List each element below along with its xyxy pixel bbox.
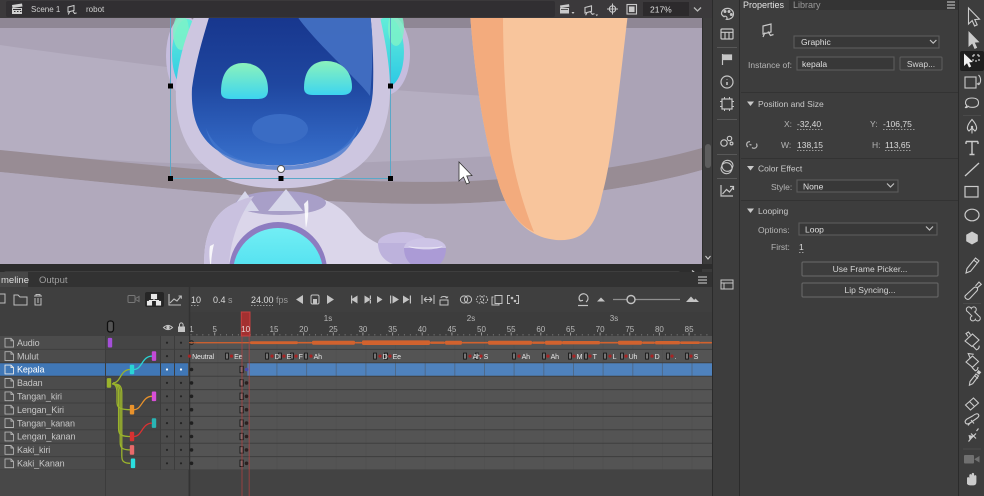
svg-text:H:: H:: [872, 140, 881, 150]
svg-text:Tangan_kanan: Tangan_kanan: [17, 418, 75, 428]
svg-text:Lengan_kanan: Lengan_kanan: [17, 432, 75, 442]
svg-text:F: F: [299, 354, 303, 361]
svg-text:10: 10: [191, 295, 201, 305]
svg-text:robot: robot: [86, 5, 105, 14]
svg-text:Audio: Audio: [17, 338, 40, 348]
svg-text:D: D: [275, 354, 280, 361]
svg-text:Color Effect: Color Effect: [758, 164, 803, 174]
svg-text:Swap...: Swap...: [907, 59, 935, 69]
svg-text:1s: 1s: [324, 314, 332, 323]
svg-text:D: D: [655, 354, 660, 361]
svg-text:X:: X:: [784, 119, 792, 129]
svg-text:L: L: [613, 354, 617, 361]
svg-text:Tangan_kiri: Tangan_kiri: [17, 392, 62, 402]
svg-text:Lip Syncing...: Lip Syncing...: [844, 285, 895, 295]
svg-text:Library: Library: [793, 0, 821, 10]
svg-text:217%: 217%: [650, 5, 672, 15]
svg-text:E: E: [287, 354, 292, 361]
svg-text:Graphic: Graphic: [801, 37, 832, 47]
svg-text:Badan: Badan: [17, 378, 43, 388]
svg-text:0.4 s: 0.4 s: [213, 295, 233, 305]
svg-text:Position and Size: Position and Size: [758, 99, 824, 109]
svg-text:W:: W:: [781, 140, 791, 150]
svg-text:Kepala: Kepala: [17, 365, 45, 375]
svg-text:24.00 fps: 24.00 fps: [251, 295, 289, 305]
svg-text:Uh: Uh: [629, 354, 638, 361]
svg-text:kepala: kepala: [802, 59, 827, 69]
svg-text:Instance of:: Instance of:: [748, 60, 792, 70]
svg-text:meline: meline: [1, 275, 29, 286]
svg-text:1: 1: [799, 242, 804, 252]
svg-text:-32,40: -32,40: [797, 119, 821, 129]
svg-text:Loop: Loop: [805, 225, 824, 235]
svg-text:Output: Output: [39, 275, 68, 286]
svg-text:Neutral: Neutral: [192, 354, 214, 361]
svg-text:Options:: Options:: [758, 225, 790, 235]
svg-text:Y:: Y:: [870, 119, 878, 129]
svg-text:-106,75: -106,75: [883, 119, 912, 129]
svg-text:.: .: [675, 354, 677, 361]
svg-text:D: D: [383, 354, 388, 361]
svg-text:Kaki_Kanan: Kaki_Kanan: [17, 459, 65, 469]
svg-text:Use Frame Picker...: Use Frame Picker...: [833, 264, 908, 274]
svg-text:S: S: [484, 354, 489, 361]
svg-text:Kaki_kiri: Kaki_kiri: [17, 445, 50, 455]
svg-text:Ee: Ee: [234, 354, 243, 361]
svg-text:138,15: 138,15: [797, 140, 823, 150]
svg-text:Looping: Looping: [758, 206, 789, 216]
svg-text:Scene 1: Scene 1: [31, 5, 61, 14]
svg-text:10: 10: [241, 325, 250, 334]
svg-text:3s: 3s: [610, 314, 618, 323]
svg-text:Mulut: Mulut: [17, 351, 39, 361]
svg-text:First:: First:: [771, 242, 790, 252]
svg-text:113,65: 113,65: [885, 140, 911, 150]
svg-text:Ah: Ah: [473, 354, 482, 361]
svg-text:Ah: Ah: [522, 354, 531, 361]
svg-text:Properties: Properties: [743, 0, 785, 10]
svg-text:Ah: Ah: [314, 354, 323, 361]
svg-text:Style:: Style:: [771, 182, 792, 192]
svg-text:Lengan_Kiri: Lengan_Kiri: [17, 405, 64, 415]
svg-text:Ah: Ah: [551, 354, 560, 361]
svg-text:Ee: Ee: [393, 354, 402, 361]
svg-text:None: None: [803, 182, 824, 192]
svg-text:M: M: [577, 354, 583, 361]
svg-text:2s: 2s: [467, 314, 475, 323]
svg-text:S: S: [694, 354, 699, 361]
